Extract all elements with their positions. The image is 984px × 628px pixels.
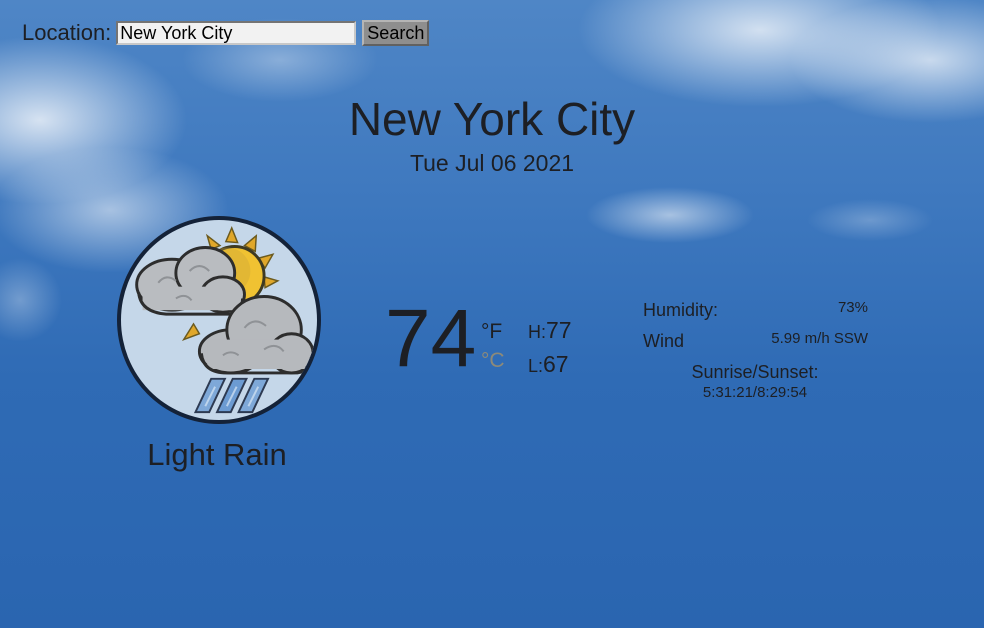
unit-celsius-toggle[interactable]: °C (481, 349, 505, 373)
low-temperature: L:67 (528, 351, 569, 378)
search-bar: Location: Search (22, 20, 430, 46)
low-value: 67 (543, 351, 569, 377)
search-button[interactable]: Search (362, 20, 430, 46)
location-input[interactable] (116, 21, 357, 45)
location-label: Location: (22, 20, 112, 45)
high-label: H: (528, 322, 546, 342)
sunrise-sunset-label: Sunrise/Sunset: (691, 362, 819, 382)
high-temperature: H:77 (528, 317, 572, 344)
condition-label: Light Rain (147, 437, 287, 472)
city-title: New York City (348, 93, 636, 145)
humidity-label: Humidity: (643, 300, 719, 320)
date-label: Tue Jul 06 2021 (409, 150, 575, 176)
unit-fahrenheit-toggle[interactable]: °F (481, 320, 502, 344)
low-label: L: (528, 356, 544, 376)
sunrise-sunset: Sunrise/Sunset: 5:31:21/8:29:54 (655, 362, 855, 401)
sun-cloud-rain-icon (117, 216, 321, 424)
sunrise-sunset-value: 5:31:21/8:29:54 (702, 384, 808, 401)
high-value: 77 (546, 317, 572, 343)
wind-value: 5.99 m/h SSW (771, 330, 868, 347)
temperature-value: 74 (385, 293, 477, 384)
humidity-value: 73% (837, 299, 868, 316)
wind-label: Wind (643, 331, 685, 351)
